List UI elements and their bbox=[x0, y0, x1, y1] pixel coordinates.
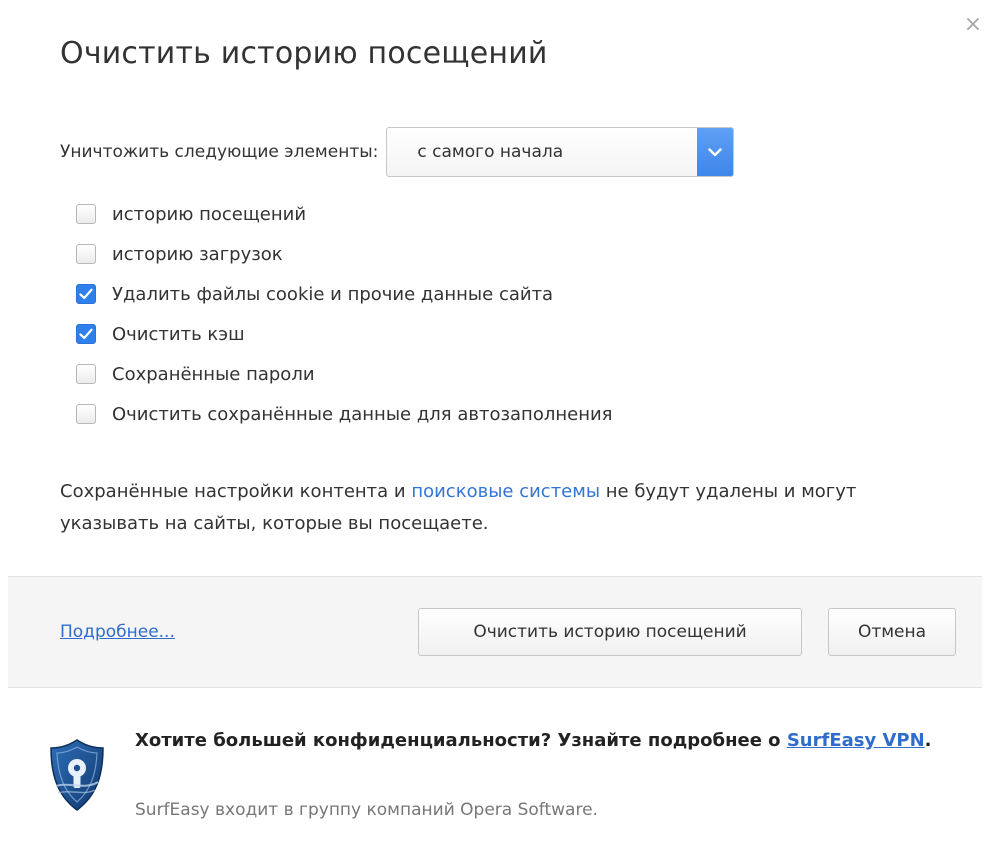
checkbox[interactable] bbox=[76, 404, 96, 424]
checkbox-label: Очистить сохранённые данные для автозапо… bbox=[112, 403, 613, 425]
chevron-down-icon[interactable] bbox=[697, 128, 734, 176]
checkbox-label: Сохранённые пароли bbox=[112, 363, 315, 385]
clear-items-list: историю посещений историю загрузок Удали… bbox=[76, 194, 612, 434]
checkbox-item-passwords[interactable]: Сохранённые пароли bbox=[76, 354, 612, 394]
dialog-footer: Подробнее... Очистить историю посещений … bbox=[8, 576, 982, 688]
content-settings-note: Сохранённые настройки контента и поисков… bbox=[60, 476, 940, 540]
checkbox-item-cache[interactable]: Очистить кэш bbox=[76, 314, 612, 354]
checkbox-label: историю посещений bbox=[112, 203, 307, 225]
checkbox-item-browsing-history[interactable]: историю посещений bbox=[76, 194, 612, 234]
checkbox-label: историю загрузок bbox=[112, 243, 283, 265]
checkbox[interactable] bbox=[76, 204, 96, 224]
promo-subtext: SurfEasy входит в группу компаний Opera … bbox=[135, 800, 598, 820]
checkbox[interactable] bbox=[76, 284, 96, 304]
close-icon[interactable]: × bbox=[962, 14, 984, 36]
vpn-promo: Хотите большей конфиденциальности? Узнай… bbox=[8, 688, 982, 852]
time-range-row: Уничтожить следующие элементы: с самого … bbox=[60, 126, 735, 178]
checkbox[interactable] bbox=[76, 244, 96, 264]
promo-headline-text: Хотите большей конфиденциальности? Узнай… bbox=[135, 730, 787, 751]
time-range-select[interactable]: с самого начала bbox=[386, 127, 735, 177]
checkbox-label: Удалить файлы cookie и прочие данные сай… bbox=[112, 283, 554, 305]
clear-history-dialog: × Очистить историю посещений Уничтожить … bbox=[0, 0, 990, 852]
surfeasy-vpn-link[interactable]: SurfEasy VPN bbox=[787, 730, 925, 751]
checkbox-item-cookies[interactable]: Удалить файлы cookie и прочие данные сай… bbox=[76, 274, 612, 314]
clear-history-button[interactable]: Очистить историю посещений bbox=[418, 608, 802, 656]
dialog-title: Очистить историю посещений bbox=[60, 36, 548, 71]
shield-lock-icon bbox=[50, 739, 104, 811]
learn-more-link[interactable]: Подробнее... bbox=[60, 622, 175, 642]
search-engines-link[interactable]: поисковые системы bbox=[411, 481, 600, 502]
checkbox[interactable] bbox=[76, 324, 96, 344]
time-range-value: с самого начала bbox=[417, 142, 564, 162]
checkbox-item-autofill[interactable]: Очистить сохранённые данные для автозапо… bbox=[76, 394, 612, 434]
checkbox[interactable] bbox=[76, 364, 96, 384]
cancel-button[interactable]: Отмена bbox=[828, 608, 956, 656]
checkbox-item-download-history[interactable]: историю загрузок bbox=[76, 234, 612, 274]
note-text-start: Сохранённые настройки контента и bbox=[60, 481, 412, 502]
promo-headline-end: . bbox=[924, 730, 932, 751]
checkbox-label: Очистить кэш bbox=[112, 323, 245, 345]
time-range-label: Уничтожить следующие элементы: bbox=[60, 142, 379, 162]
promo-headline: Хотите большей конфиденциальности? Узнай… bbox=[135, 724, 955, 758]
